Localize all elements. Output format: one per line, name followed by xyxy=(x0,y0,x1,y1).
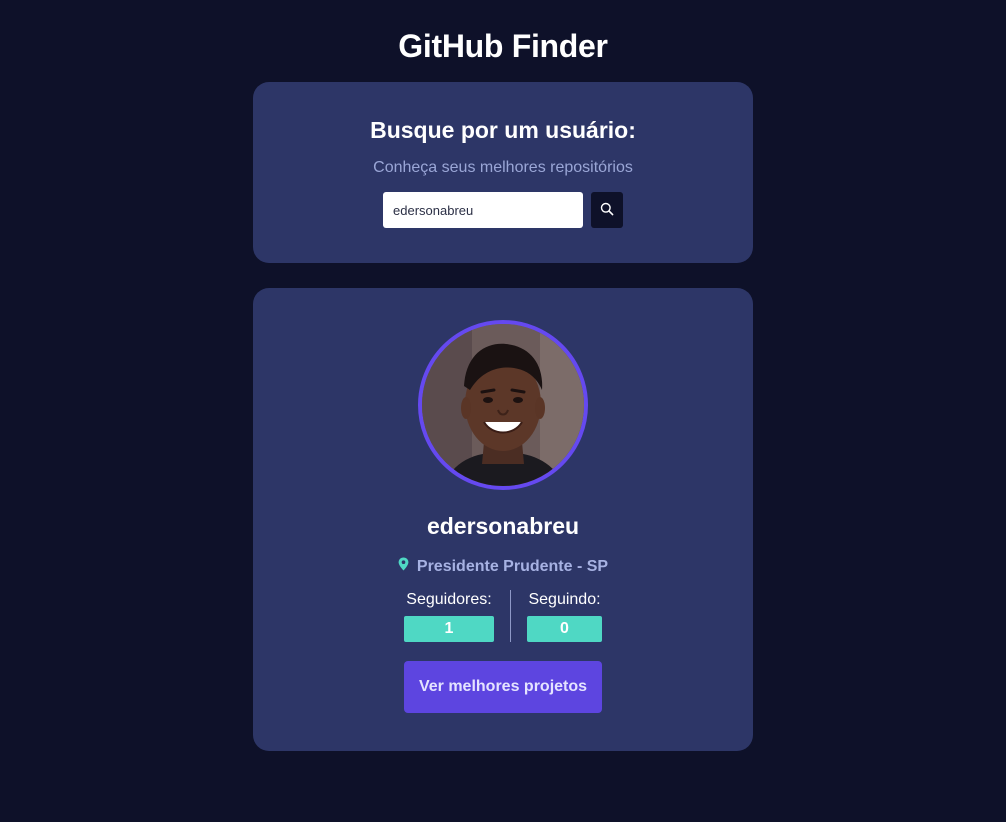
search-button[interactable] xyxy=(591,192,623,228)
search-subtitle: Conheça seus melhores repositórios xyxy=(373,159,633,176)
followers-stat: Seguidores: 1 xyxy=(404,590,510,642)
map-pin-icon xyxy=(398,557,409,576)
location-text: Presidente Prudente - SP xyxy=(416,557,609,575)
search-title: Busque por um usuário: xyxy=(370,117,636,143)
following-label: Seguindo: xyxy=(528,591,601,608)
profile-card: edersonabreu Presidente Prudente - SP Se… xyxy=(253,288,753,751)
best-projects-button[interactable]: Ver melhores projetos xyxy=(404,661,602,713)
following-count: 0 xyxy=(527,616,602,642)
avatar xyxy=(418,320,588,490)
profile-stats: Seguidores: 1 Seguindo: 0 xyxy=(404,590,602,642)
search-row xyxy=(383,192,623,228)
following-stat: Seguindo: 0 xyxy=(511,590,602,642)
followers-count: 1 xyxy=(404,616,494,642)
profile-location: Presidente Prudente - SP xyxy=(398,557,608,576)
app-root: GitHub Finder Busque por um usuário: Con… xyxy=(0,0,1006,822)
profile-username: edersonabreu xyxy=(426,513,580,539)
followers-label: Seguidores: xyxy=(406,591,492,608)
app-title: GitHub Finder xyxy=(398,28,608,64)
search-icon xyxy=(600,202,614,219)
avatar-portrait xyxy=(422,324,584,486)
search-card: Busque por um usuário: Conheça seus melh… xyxy=(253,82,753,263)
search-input[interactable] xyxy=(383,192,583,228)
